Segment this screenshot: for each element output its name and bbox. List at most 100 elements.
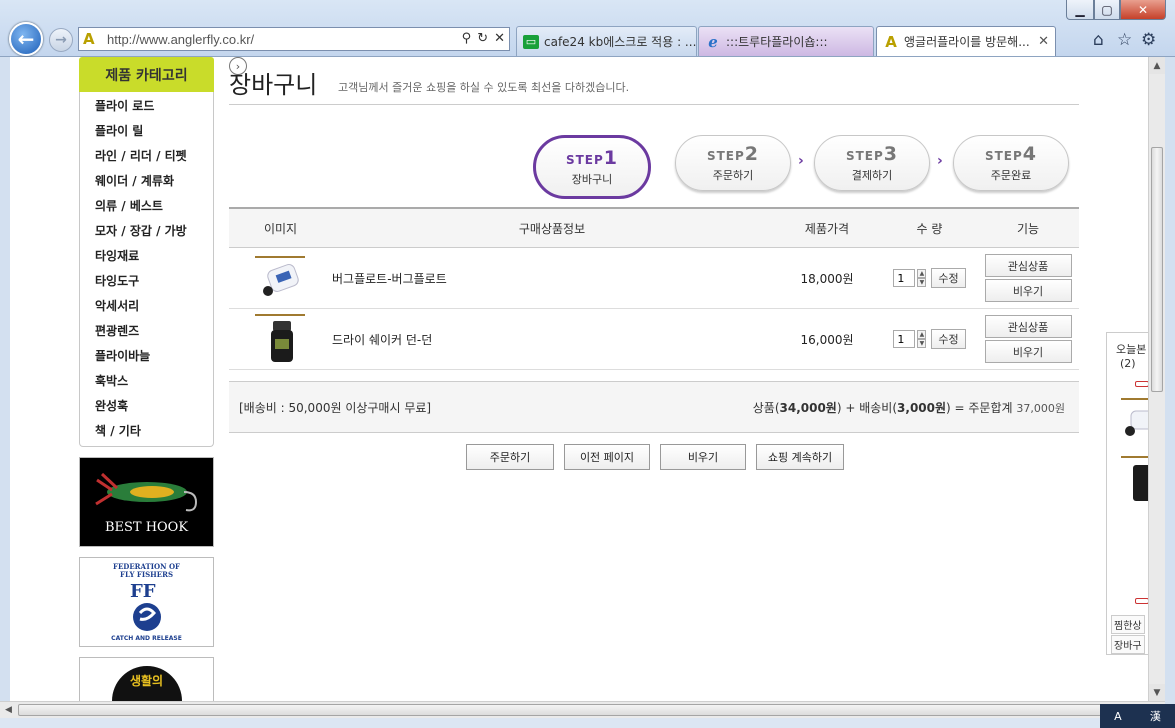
recent-item-thumbnail[interactable]: [1121, 455, 1148, 507]
step-word: STEP: [706, 149, 745, 163]
category-item-hook-box[interactable]: 훅박스: [80, 369, 213, 394]
scroll-left-icon[interactable]: ◀: [0, 702, 17, 718]
shipping-total: 3,000원: [897, 400, 947, 415]
vertical-scroll-thumb[interactable]: [1151, 147, 1163, 392]
quantity-input[interactable]: [893, 269, 916, 287]
favorites-star-icon[interactable]: ☆: [1117, 30, 1132, 50]
back-arrow-icon: ←: [17, 27, 35, 51]
quantity-input[interactable]: [893, 330, 916, 348]
address-url[interactable]: http://www.anglerfly.co.kr/: [107, 32, 254, 47]
step-3-payment: STEP3 결제하기: [814, 135, 930, 191]
category-item-wader[interactable]: 웨이더 / 계류화: [80, 169, 213, 194]
forward-button[interactable]: →: [49, 28, 73, 52]
step-4-complete: STEP4 주문완료: [953, 135, 1069, 191]
search-icon[interactable]: ⚲: [462, 31, 472, 46]
address-bar[interactable]: A http://www.anglerfly.co.kr/ ⚲ ↻ ✕: [78, 27, 510, 51]
previous-page-button[interactable]: 이전 페이지: [564, 444, 650, 470]
step-word: STEP: [984, 149, 1023, 163]
category-item-fly-hook[interactable]: 플라이바늘: [80, 344, 213, 369]
category-item-tying-material[interactable]: 타잉재료: [80, 244, 213, 269]
wishlist-button[interactable]: 관심상품: [984, 315, 1072, 338]
update-quantity-button[interactable]: 수정: [931, 268, 966, 288]
chevron-down-icon[interactable]: ▼: [917, 339, 927, 348]
language-icon[interactable]: 漢: [1150, 708, 1161, 724]
recent-item-thumbnail[interactable]: [1121, 397, 1148, 449]
vertical-scrollbar[interactable]: ▲ ▼: [1148, 57, 1165, 701]
remove-item-button[interactable]: 비우기: [984, 340, 1072, 363]
maximize-button[interactable]: ▢: [1094, 0, 1120, 20]
best-hook-banner[interactable]: BEST HOOK: [79, 457, 214, 547]
page-subtitle: 고객님께서 즐거운 쇼핑을 하실 수 있도록 최선을 다하겠습니다.: [338, 81, 630, 94]
life-banner[interactable]: 생활의: [79, 657, 214, 701]
category-item-fly-rod[interactable]: 플라이 로드: [80, 94, 213, 119]
product-name[interactable]: 버그플로트-버그플로트: [332, 270, 772, 287]
browser-tab-cafe24[interactable]: ▭ cafe24 kb에스크로 적용 : ...: [516, 26, 697, 56]
gear-icon[interactable]: ⚙: [1141, 30, 1156, 50]
category-item-clothing[interactable]: 의류 / 베스트: [80, 194, 213, 219]
step-word: STEP: [565, 153, 604, 167]
continue-shopping-button[interactable]: 쇼핑 계속하기: [756, 444, 844, 470]
cart-table-header: 이미지 구매상품정보 제품가격 수 량 기능: [229, 207, 1079, 248]
minimize-button[interactable]: ▁: [1066, 0, 1094, 20]
quantity-stepper[interactable]: ▲ ▼: [917, 269, 927, 287]
browser-tab-anglerfly[interactable]: A 앵글러플라이를 방문해... ✕: [876, 26, 1056, 56]
cafe24-tab-icon: ▭: [523, 34, 539, 49]
fff-banner[interactable]: FEDERATION OF FLY FISHERS FF CATCH AND R…: [79, 557, 214, 647]
horizontal-scrollbar[interactable]: ◀ ▶: [0, 701, 1165, 718]
chevron-down-icon[interactable]: [1135, 598, 1148, 604]
product-price: 16,000원: [800, 332, 854, 347]
back-button[interactable]: ←: [9, 22, 43, 56]
tab-close-icon[interactable]: ✕: [1038, 34, 1049, 49]
category-item-polarized-lens[interactable]: 편광렌즈: [80, 319, 213, 344]
scroll-down-icon[interactable]: ▼: [1149, 684, 1165, 701]
quantity-stepper[interactable]: ▲ ▼: [917, 330, 927, 348]
category-item-fly-reel[interactable]: 플라이 릴: [80, 119, 213, 144]
step-label: 주문완료: [990, 169, 1032, 182]
ime-mode-icon[interactable]: A: [1114, 710, 1122, 723]
system-tray: A 漢: [1100, 704, 1175, 728]
step-1-cart: STEP1 장바구니: [533, 135, 651, 199]
wishlist-link[interactable]: 찜한상: [1111, 615, 1145, 634]
category-item-finished-hook[interactable]: 완성훅: [80, 394, 213, 419]
scroll-up-icon[interactable]: ▲: [1149, 57, 1165, 74]
product-image[interactable]: [229, 313, 332, 365]
cart-summary: [배송비 : 50,000원 이상구매시 무료] 상품(34,000원) + 배…: [229, 381, 1079, 433]
home-icon[interactable]: ⌂: [1093, 30, 1104, 50]
chevron-down-icon[interactable]: ▼: [917, 278, 927, 287]
product-name[interactable]: 드라이 쉐이커 던-던: [332, 331, 772, 348]
dry-shaker-bottle-icon: [254, 314, 305, 362]
chevron-up-icon[interactable]: [1135, 381, 1148, 387]
step-label: 주문하기: [712, 169, 754, 182]
shipping-label: ) + 배송비(: [836, 400, 898, 415]
tab-label: cafe24 kb에스크로 적용 : ...: [544, 35, 697, 49]
tab-label: :::트루타플라이숍:::: [726, 35, 828, 49]
category-item-book-etc[interactable]: 책 / 기타: [80, 419, 213, 444]
step-number: 4: [1022, 143, 1038, 165]
stop-icon[interactable]: ✕: [494, 31, 505, 46]
chevron-up-icon[interactable]: ▲: [917, 269, 927, 278]
category-item-hat-glove-bag[interactable]: 모자 / 장갑 / 가방: [80, 219, 213, 244]
category-header: 제품 카테고리: [79, 57, 214, 92]
horizontal-scroll-thumb[interactable]: [18, 704, 1146, 716]
fff-logo-icon: FF: [130, 581, 161, 631]
category-item-line[interactable]: 라인 / 리더 / 티펫: [80, 144, 213, 169]
remove-item-button[interactable]: 비우기: [984, 279, 1072, 302]
wishlist-button[interactable]: 관심상품: [984, 254, 1072, 277]
update-quantity-button[interactable]: 수정: [931, 329, 966, 349]
chevron-up-icon[interactable]: ▲: [917, 330, 927, 339]
window-frame-right: [1165, 57, 1175, 718]
close-window-button[interactable]: ✕: [1120, 0, 1166, 20]
category-item-tying-tool[interactable]: 타잉도구: [80, 269, 213, 294]
order-button[interactable]: 주문하기: [466, 444, 554, 470]
category-list: 플라이 로드 플라이 릴 라인 / 리더 / 티펫 웨이더 / 계류화 의류 /…: [79, 92, 214, 447]
refresh-icon[interactable]: ↻: [477, 31, 488, 46]
step-word: STEP: [845, 149, 884, 163]
category-item-accessory[interactable]: 악세서리: [80, 294, 213, 319]
anglerfly-tab-icon: A: [885, 32, 897, 51]
browser-tab-truta[interactable]: ℯ :::트루타플라이숍:::: [698, 26, 874, 56]
table-row: 버그플로트-버그플로트 18,000원 ▲▼ 수정 관심상품 비우기: [229, 248, 1079, 309]
cart-actions: 주문하기 이전 페이지 비우기 쇼핑 계속하기: [466, 444, 844, 470]
product-image[interactable]: [229, 255, 332, 301]
cart-link[interactable]: 장바구: [1111, 635, 1145, 654]
empty-cart-button[interactable]: 비우기: [660, 444, 746, 470]
